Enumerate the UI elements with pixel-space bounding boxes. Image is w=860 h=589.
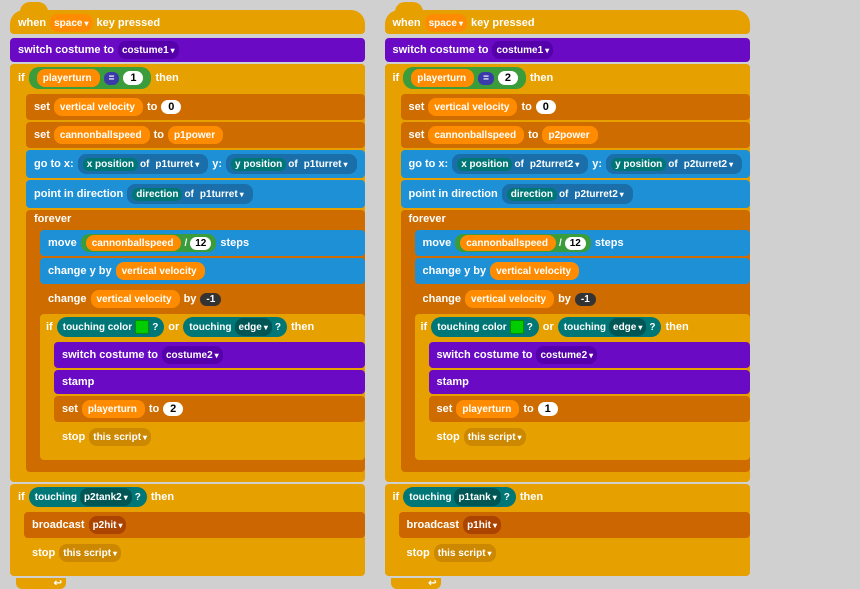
right-script-column: when space key pressed switch costume to… — [385, 10, 751, 546]
color-swatch-right — [510, 320, 524, 334]
hat-keypressed-right: key pressed — [471, 17, 535, 29]
if-block-player2: if playerturn = 2 then set vertical velo… — [385, 64, 751, 482]
set-vv-left: set vertical velocity to 0 — [26, 94, 365, 120]
hat-key-dropdown-left[interactable]: space — [50, 14, 92, 32]
scratch-area: when space key pressed switch costume to… — [0, 0, 860, 556]
switch-costume-1-left: switch costume to costume1 — [10, 38, 365, 62]
left-script-column: when space key pressed switch costume to… — [10, 10, 365, 546]
hat-label-right: when — [393, 17, 421, 29]
inner-if-body-left: switch costume to costume2 stamp set pla… — [54, 340, 365, 452]
p2turret-x-right[interactable]: p2turret2 — [526, 155, 583, 173]
edge-dropdown-left[interactable]: edge — [235, 318, 272, 336]
stop-1-right: stop this script — [429, 424, 751, 450]
p1turret-y-left[interactable]: p1turret — [300, 155, 352, 173]
change-vv-right: change vertical velocity by -1 — [415, 286, 751, 312]
change-y-left: change y by vertical velocity — [40, 258, 365, 284]
switch-costume-2-left: switch costume to costume2 — [54, 342, 365, 368]
if-condition-left: playerturn = 1 — [29, 67, 152, 89]
stop-2-right: stop this script — [399, 540, 751, 566]
costume-dropdown-1-left[interactable]: costume1 — [118, 41, 179, 59]
point-right: point in direction direction of p2turret… — [401, 180, 751, 208]
forever-body-left: move cannonballspeed / 12 steps change y… — [40, 228, 365, 462]
hat-block-left: when space key pressed — [10, 10, 365, 34]
bottom-nub-right: ↩ — [391, 578, 441, 589]
p2turret-dir-right[interactable]: p2turret2 — [570, 185, 627, 203]
if-touching-p1tank: if touching p1tank ? then broadcast p1hi… — [385, 484, 751, 576]
stop-1-left: stop this script — [54, 424, 365, 450]
point-left: point in direction direction of p1turret — [26, 180, 365, 208]
forever-block-left: forever move cannonballspeed / 12 steps — [26, 210, 365, 472]
goto-left: go to x: x position of p1turret y: y pos… — [26, 150, 365, 178]
goto-right: go to x: x position of p2turret2 y: y po… — [401, 150, 751, 178]
set-pt-2-left: set playerturn to 2 — [54, 396, 365, 422]
forever-body-right: move cannonballspeed / 12 steps change y… — [415, 228, 751, 462]
set-vv-right: set vertical velocity to 0 — [401, 94, 751, 120]
hat-block-right: when space key pressed — [385, 10, 751, 34]
switch-costume-1-right: switch costume to costume1 — [385, 38, 751, 62]
set-pt-1-right: set playerturn to 1 — [429, 396, 751, 422]
color-swatch-left — [135, 320, 149, 334]
inner-if-left: if touching color ? or tou — [40, 314, 365, 460]
edge-dropdown-right[interactable]: edge — [609, 318, 646, 336]
vv-var-left: vertical velocity — [54, 98, 143, 116]
costume-dropdown-1-right[interactable]: costume1 — [492, 41, 553, 59]
hat-key-dropdown-right[interactable]: space — [425, 14, 467, 32]
stop-2-left: stop this script — [24, 540, 365, 566]
broadcast-p2hit: broadcast p2hit — [24, 512, 365, 538]
stamp-left: stamp — [54, 370, 365, 394]
cbs-var-left: cannonballspeed — [54, 126, 150, 144]
change-vv-left: change vertical velocity by -1 — [40, 286, 365, 312]
switch-costume-2-right: switch costume to costume2 — [429, 342, 751, 368]
hat-keypressed-left: key pressed — [97, 17, 161, 29]
set-cbs-left: set cannonballspeed to p1power — [26, 122, 365, 148]
broadcast-p1hit: broadcast p1hit — [399, 512, 751, 538]
if-block-player1: if playerturn = 1 then set vertical velo… — [10, 64, 365, 482]
forever-block-right: forever move cannonballspeed / 12 steps — [401, 210, 751, 472]
stamp-right: stamp — [429, 370, 751, 394]
change-y-right: change y by vertical velocity — [415, 258, 751, 284]
p1power-left: p1power — [168, 126, 223, 144]
p1turret-dir-left[interactable]: p1turret — [196, 185, 248, 203]
bottom-nub-left: ↩ — [16, 578, 66, 589]
p2turret-y-right[interactable]: p2turret2 — [680, 155, 737, 173]
if-touching-p2tank2: if touching p2tank2 ? then broadcast p2h… — [10, 484, 365, 576]
move-left: move cannonballspeed / 12 steps — [40, 230, 365, 256]
if-condition-right: playerturn = 2 — [403, 67, 526, 89]
move-right: move cannonballspeed / 12 steps — [415, 230, 751, 256]
set-cbs-right: set cannonballspeed to p2power — [401, 122, 751, 148]
inner-if-right: if touching color ? or touching edge — [415, 314, 751, 460]
p1turret-x-left[interactable]: p1turret — [151, 155, 203, 173]
inner-if-body-right: switch costume to costume2 stamp set pla… — [429, 340, 751, 452]
hat-label-left: when — [18, 17, 46, 29]
